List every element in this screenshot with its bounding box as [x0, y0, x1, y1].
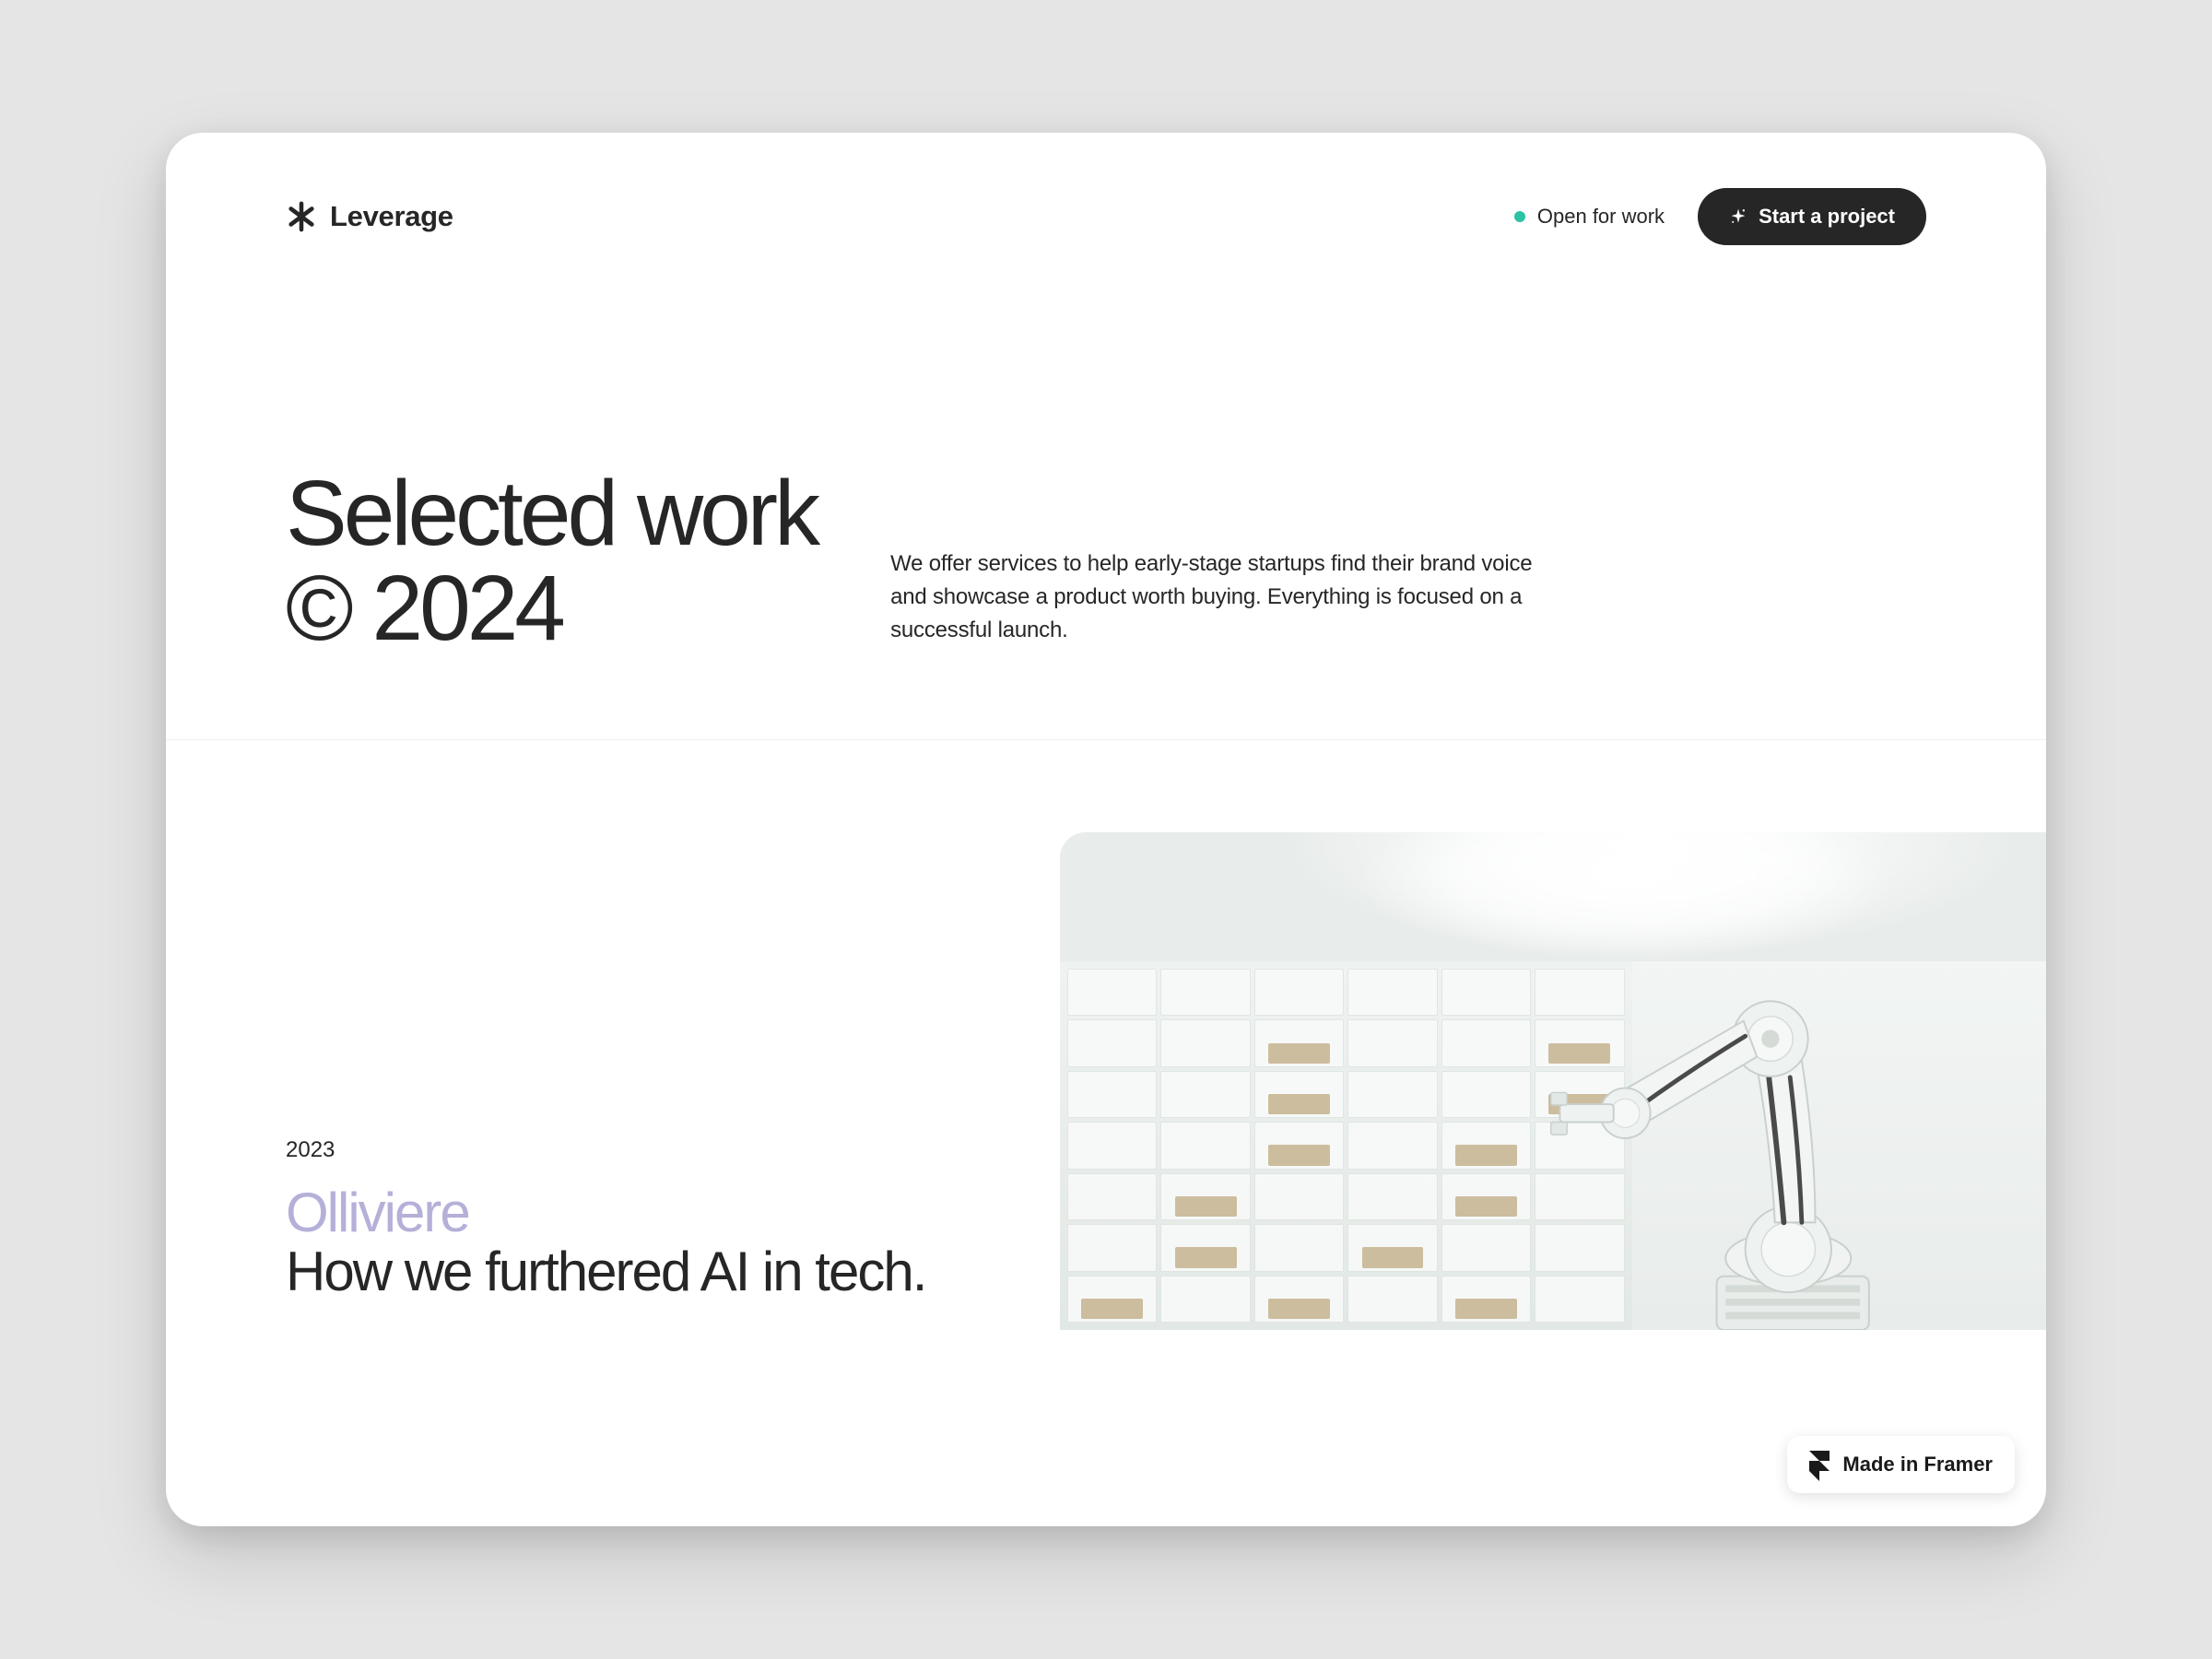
- logo[interactable]: Leverage: [286, 200, 453, 233]
- title-line-1: Selected work: [286, 462, 817, 565]
- hero-section: Selected work © 2024 We offer services t…: [166, 245, 2046, 740]
- framer-icon: [1809, 1451, 1830, 1478]
- start-project-button[interactable]: Start a project: [1698, 188, 1926, 245]
- status-dot-icon: [1514, 211, 1525, 222]
- header-actions: Open for work Start a project: [1514, 188, 1926, 245]
- framer-badge-label: Made in Framer: [1842, 1453, 1993, 1477]
- project-name: Olliviere: [286, 1183, 1023, 1241]
- app-window: Leverage Open for work Start a project: [166, 133, 2046, 1526]
- sparkle-icon: [1729, 207, 1747, 226]
- asterisk-icon: [286, 201, 317, 232]
- framer-badge[interactable]: Made in Framer: [1787, 1436, 2015, 1493]
- robot-illustration: [1060, 832, 2046, 1330]
- page-title: Selected work © 2024: [286, 466, 817, 656]
- project-headline: How we furthered AI in tech.: [286, 1241, 1023, 1302]
- availability-status: Open for work: [1514, 205, 1665, 229]
- project-image: [1060, 832, 2046, 1330]
- project-card[interactable]: 2023 Olliviere How we furthered AI in te…: [166, 740, 2046, 1330]
- hero-description: We offer services to help early-stage st…: [890, 547, 1572, 656]
- status-label: Open for work: [1537, 205, 1665, 229]
- cta-label: Start a project: [1759, 205, 1895, 229]
- logo-text: Leverage: [330, 200, 453, 233]
- title-line-2: © 2024: [286, 557, 562, 660]
- project-info: 2023 Olliviere How we furthered AI in te…: [286, 740, 1023, 1330]
- project-year: 2023: [286, 1137, 1023, 1163]
- header: Leverage Open for work Start a project: [166, 133, 2046, 245]
